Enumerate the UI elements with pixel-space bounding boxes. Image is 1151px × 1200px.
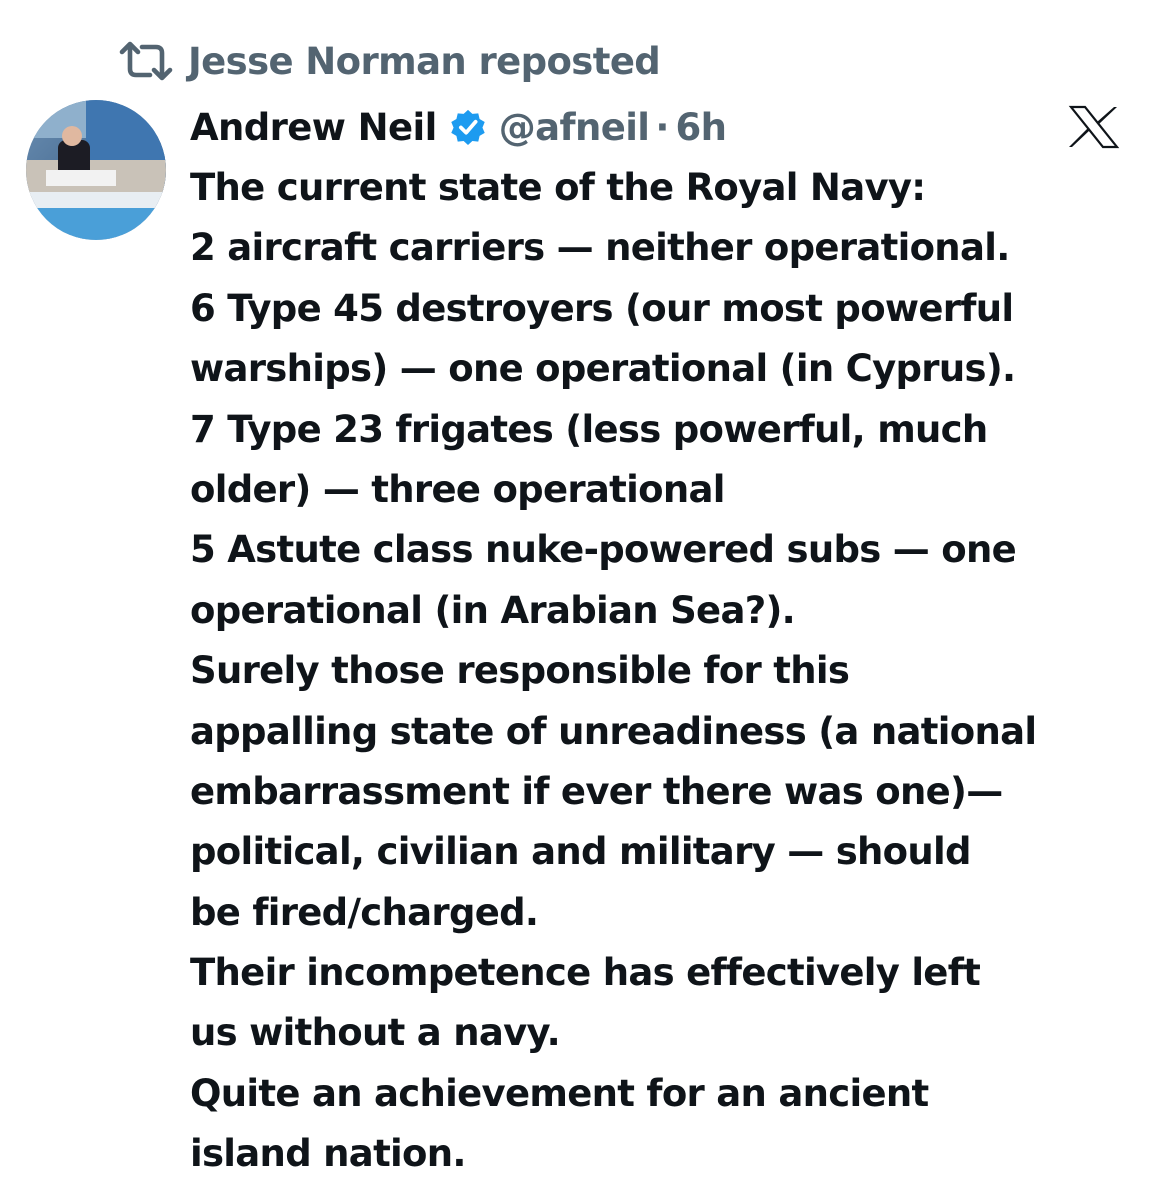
repost-context[interactable]: Jesse Norman reposted	[118, 38, 661, 84]
post-text-line: warships) — one operational (in Cyprus).	[190, 347, 1016, 391]
author-handle[interactable]: @afneil	[499, 106, 650, 149]
post-text-line: Their incompetence has effectively left	[190, 951, 981, 995]
avatar-photo	[26, 100, 166, 240]
post-text-line: be fired/charged.	[190, 890, 539, 934]
post-text-line: political, civilian and military — shoul…	[190, 830, 971, 874]
post-header: Andrew Neil @afneil · 6h	[190, 100, 727, 154]
repost-label: Jesse Norman reposted	[188, 39, 661, 83]
repost-icon	[119, 41, 173, 81]
author-name[interactable]: Andrew Neil	[190, 106, 437, 149]
post-text-line: 7 Type 23 frigates (less powerful, much	[190, 407, 988, 451]
post-text-line: embarrassment if ever there was one)—	[190, 769, 1003, 813]
post-timestamp[interactable]: 6h	[675, 106, 726, 149]
avatar[interactable]	[26, 100, 166, 240]
post-text-line: 2 aircraft carriers — neither operationa…	[190, 226, 1010, 270]
separator-dot: ·	[655, 105, 670, 149]
post-text-line: The current state of the Royal Navy:	[190, 166, 926, 209]
post-text-line: us without a navy.	[190, 1011, 561, 1055]
post-text-line: operational (in Arabian Sea?).	[190, 588, 796, 632]
post-text: The current state of the Royal Navy: 2 a…	[190, 158, 1140, 1185]
post-text-line: island nation.	[190, 1132, 466, 1176]
post-text-line: 6 Type 45 destroyers (our most powerful	[190, 286, 1014, 330]
post-text-line: Quite an achievement for an ancient	[190, 1071, 929, 1115]
post-text-line: appalling state of unreadiness (a nation…	[190, 709, 1037, 753]
verified-badge-icon[interactable]	[449, 108, 487, 146]
x-logo-icon[interactable]	[1068, 104, 1120, 150]
post-text-line: older) — three operational	[190, 467, 725, 511]
post-text-line: 5 Astute class nuke-powered subs — one	[190, 528, 1017, 572]
post-text-line: Surely those responsible for this	[190, 649, 850, 693]
